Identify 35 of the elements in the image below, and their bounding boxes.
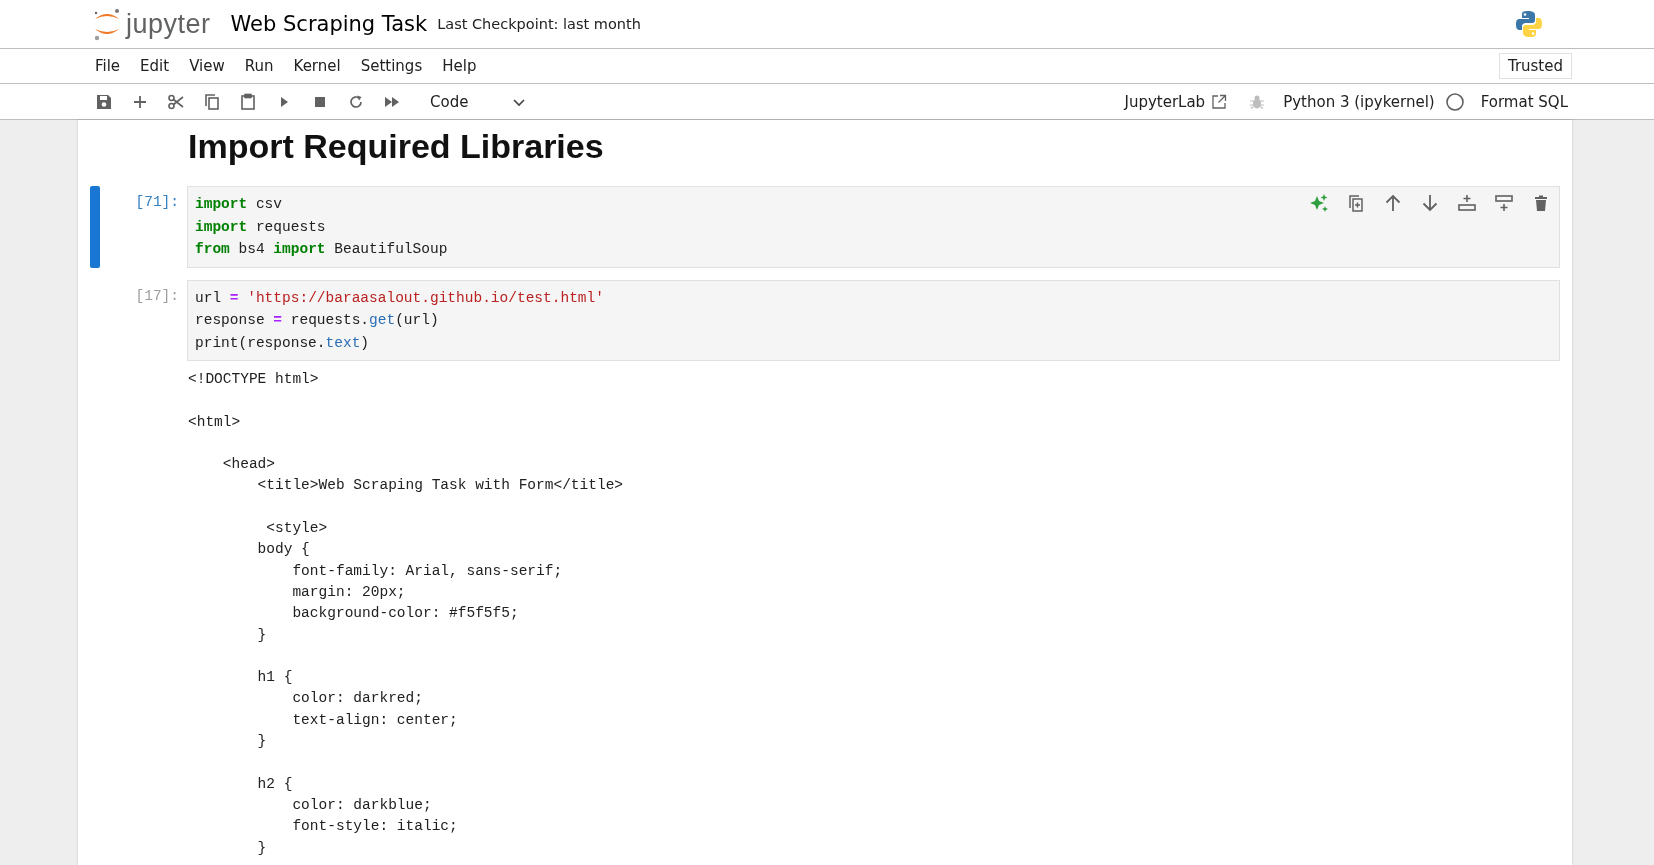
jupyter-logo-icon — [92, 7, 122, 41]
kernel-status-icon — [1444, 91, 1465, 112]
trusted-button[interactable]: Trusted — [1498, 53, 1572, 79]
execution-count: [17]: — [134, 286, 180, 306]
duplicate-icon[interactable] — [1346, 193, 1366, 213]
save-icon[interactable] — [95, 92, 113, 111]
sparkle-icon[interactable] — [1309, 193, 1329, 213]
kernel-name[interactable]: Python 3 (ipykernel) — [1281, 90, 1437, 113]
jupyterlab-link[interactable]: JupyterLab — [1122, 90, 1230, 113]
menu-item[interactable]: Run — [237, 53, 281, 79]
copy-icon[interactable] — [203, 92, 221, 111]
external-link-icon — [1211, 93, 1228, 110]
cell-type-dropdown[interactable]: Code — [426, 90, 531, 113]
cell-output: <!DOCTYPE html> <html> <head> <title>Web Scraping Task with Form</title> <style> body { font-family: Arial, sans-serif; margin: 20px; background-color: #f5f5f5; } h1 { color: darkred; text-align: center; } h2 { color: darkblue; font-style: italic; } — [188, 370, 625, 858]
menu-item[interactable]: Settings — [353, 53, 430, 79]
markdown-heading: Import Required Libraries — [188, 126, 605, 166]
cut-icon[interactable] — [167, 92, 185, 111]
arrow-up-icon[interactable] — [1383, 193, 1403, 213]
execution-count: [71]: — [134, 193, 180, 212]
arrow-down-icon[interactable] — [1420, 193, 1440, 213]
python-logo-icon — [1514, 9, 1544, 39]
insert-above-icon[interactable] — [1457, 193, 1477, 213]
menu-item[interactable]: Help — [435, 53, 484, 79]
menu-item[interactable]: Kernel — [286, 53, 348, 79]
menu-item[interactable]: View — [182, 53, 232, 79]
insert-below-icon[interactable] — [1494, 193, 1514, 213]
format-sql-button[interactable]: Format SQL — [1478, 90, 1570, 113]
paste-icon[interactable] — [239, 92, 257, 111]
menu-item[interactable]: File — [88, 53, 128, 79]
notebook-title[interactable]: Web Scraping Task — [230, 12, 428, 36]
menu-item[interactable]: Edit — [133, 53, 177, 79]
checkpoint-status: Last Checkpoint: last month — [437, 16, 641, 32]
code-input[interactable]: import csv import requests from bs4 import BeautifulSoup — [187, 186, 1560, 268]
code-input[interactable]: url = 'https://baraasalout.github.io/test.html' response = requests.get(url) print(response.text) — [187, 279, 1560, 361]
jupyter-logo-text: jupyter — [126, 8, 211, 40]
